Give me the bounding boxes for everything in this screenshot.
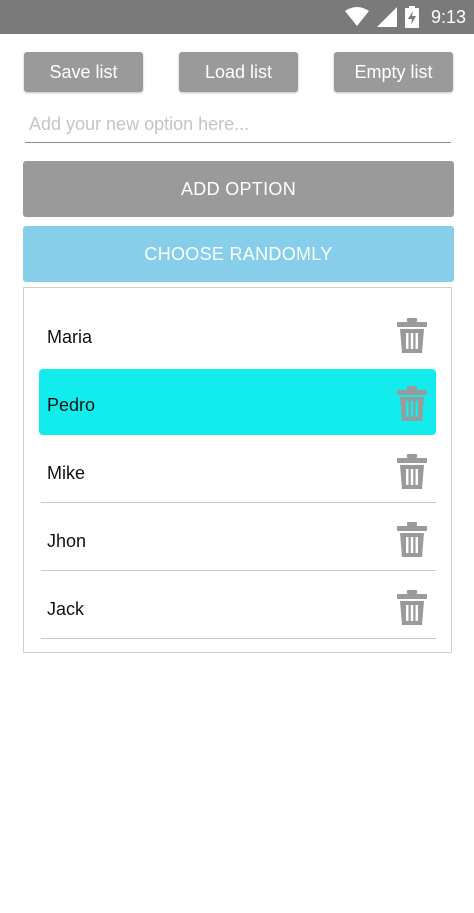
list-item[interactable]: Jack bbox=[39, 573, 436, 639]
trash-icon[interactable] bbox=[397, 318, 427, 354]
option-input-container bbox=[25, 108, 451, 143]
list-item[interactable]: Jhon bbox=[39, 505, 436, 571]
status-bar: 9:13 bbox=[0, 0, 474, 34]
add-option-label: ADD OPTION bbox=[180, 178, 296, 199]
list-divider bbox=[41, 570, 436, 571]
empty-list-button[interactable]: Empty list bbox=[334, 52, 453, 92]
battery-charging-icon bbox=[404, 6, 419, 28]
list-divider bbox=[41, 502, 436, 503]
status-icons: 9:13 bbox=[344, 0, 466, 34]
add-option-button[interactable]: ADD OPTION bbox=[23, 161, 454, 217]
option-input[interactable] bbox=[25, 108, 451, 140]
signal-icon bbox=[376, 7, 397, 27]
trash-icon[interactable] bbox=[397, 590, 427, 626]
choose-randomly-button[interactable]: CHOOSE RANDOMLY bbox=[23, 226, 454, 282]
trash-icon[interactable] bbox=[397, 522, 427, 558]
wifi-icon bbox=[344, 7, 369, 26]
trash-icon[interactable] bbox=[397, 386, 427, 422]
option-name: Jack bbox=[47, 599, 85, 619]
option-name: Maria bbox=[47, 327, 93, 347]
save-list-button[interactable]: Save list bbox=[24, 52, 143, 92]
list-item-selected[interactable]: Pedro bbox=[39, 369, 436, 435]
list-divider bbox=[41, 638, 436, 639]
list-item[interactable]: Mike bbox=[39, 437, 436, 503]
option-name: Jhon bbox=[47, 531, 87, 551]
status-time: 9:13 bbox=[430, 6, 466, 27]
option-name: Mike bbox=[47, 463, 86, 483]
list-item[interactable]: Maria bbox=[39, 301, 436, 367]
options-list[interactable]: Maria Pedro Mike Jhon Jack bbox=[23, 287, 452, 653]
load-list-button[interactable]: Load list bbox=[179, 52, 298, 92]
choose-randomly-label: CHOOSE RANDOMLY bbox=[144, 243, 333, 264]
option-name: Pedro bbox=[47, 395, 96, 415]
trash-icon[interactable] bbox=[397, 454, 427, 490]
